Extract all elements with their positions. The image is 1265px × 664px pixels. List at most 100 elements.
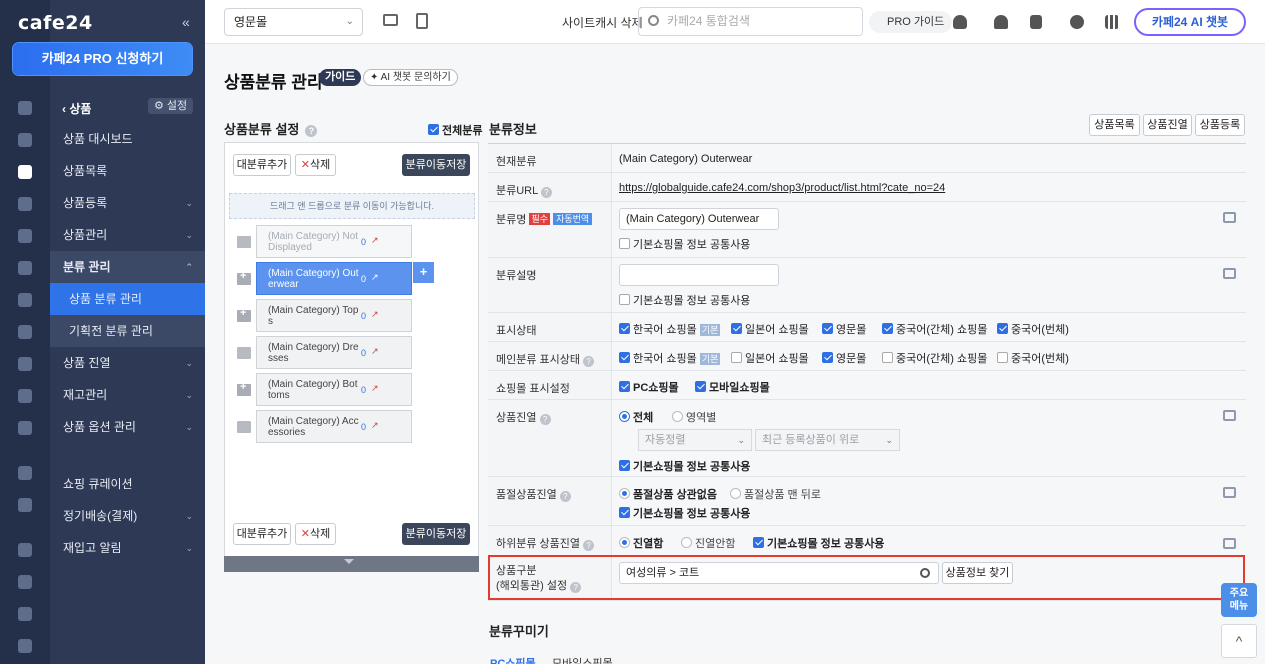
translate-icon[interactable] [1223,268,1236,279]
help-icon[interactable]: ? [583,540,595,551]
nav-item-product-list[interactable]: 상품목록 [50,155,205,187]
analytics-icon[interactable] [18,389,32,403]
product-list-button[interactable]: 상품목록 [1089,114,1140,136]
display-all-radio[interactable]: 전체 [619,409,653,425]
nav-item-product-display[interactable]: 상품 진열 ⌄ [50,347,205,379]
auto-translate-badge[interactable]: 자동번역 [553,213,593,225]
stats-icon[interactable] [18,357,32,371]
tree-item-accessories[interactable]: (Main Category) Acc essories 0 ↗ [256,410,412,443]
guide-button[interactable]: 가이드 [319,69,362,86]
tree-resize-handle[interactable] [224,556,479,572]
folder-plus-icon[interactable] [237,381,251,396]
tree-item-dresses[interactable]: (Main Category) Dre sses 0 ↗ [256,336,412,369]
tree-item-not-displayed[interactable]: (Main Category) Not Displayed 0 ↗ [256,225,412,258]
main-korean-checkbox[interactable]: 한국어 쇼핑몰 기본 [619,350,721,366]
location-icon[interactable] [18,466,32,480]
video-icon[interactable] [18,575,32,589]
nav-back-link[interactable]: ‹ 상품 [62,100,91,117]
tablet-icon[interactable] [416,13,428,29]
bell-icon[interactable] [994,15,1008,29]
apps-icon[interactable] [18,607,32,621]
tree-item-outerwear[interactable]: (Main Category) Out erwear 0 ↗ [256,262,412,295]
nav-item-exhibition-category[interactable]: 기획전 분류 관리 [50,315,205,347]
main-chinese-simplified-checkbox[interactable]: 중국어(간체) 쇼핑몰 [882,350,987,366]
folder-plus-icon[interactable] [237,270,251,285]
nav-item-option-manage[interactable]: 상품 옵션 관리 ⌄ [50,411,205,443]
status-korean-checkbox[interactable]: 한국어 쇼핑몰 기본 [619,321,721,337]
main-chinese-traditional-checkbox[interactable]: 중국어(번체) [997,350,1069,366]
mall-select[interactable]: 영문몰 ⌄ [224,8,363,36]
nav-item-curation[interactable]: 쇼핑 큐레이션 [50,468,205,500]
sort-order-select[interactable]: 최근 등록상품이 위로 ⌄ [755,429,900,451]
pro-apply-button[interactable]: 카페24 PRO 신청하기 [13,43,192,75]
board-icon[interactable] [18,261,32,275]
external-link-icon[interactable]: ↗ [371,346,379,357]
add-top-category-button[interactable]: 대분류추가 [233,154,291,176]
save-move-button-bottom[interactable]: 분류이동저장 [402,523,470,545]
nav-item-product-category[interactable]: 상품 분류 관리 [50,283,205,315]
category-name-input[interactable]: (Main Category) Outerwear [619,208,779,230]
user-icon[interactable] [18,197,32,211]
pc-mall-checkbox[interactable]: PC쇼핑몰 [619,379,679,395]
share-basic-checkbox[interactable]: 기본쇼핑몰 정보 공통사용 [619,505,750,521]
tab-mobile-mall[interactable]: 모바일쇼핑몰 [552,655,613,664]
soldout-back-radio[interactable]: 품절상품 맨 뒤로 [730,486,821,502]
external-link-icon[interactable]: ↗ [371,420,379,431]
collapse-nav-icon[interactable]: « [182,14,190,30]
megaphone-icon[interactable] [18,639,32,653]
clear-cache-button[interactable]: 사이트캐시 삭제 [562,14,643,31]
display-yes-radio[interactable]: 진열함 [619,535,663,551]
share-basic-checkbox[interactable]: 기본쇼핑몰 정보 공통사용 [619,458,750,474]
nav-item-product-manage[interactable]: 상품관리 ⌄ [50,219,205,251]
tab-pc-mall[interactable]: PC쇼핑몰 [490,655,536,664]
nav-item-product-register[interactable]: 상품등록 ⌄ [50,187,205,219]
scroll-top-button[interactable]: ^ [1221,624,1257,658]
translate-icon[interactable] [1223,487,1236,498]
nav-item-dashboard[interactable]: 상품 대시보드 [50,123,205,155]
nav-setting-button[interactable]: ⚙ 설정 [148,98,194,114]
tree-item-tops[interactable]: (Main Category) Top s 0 ↗ [256,299,412,332]
translate-icon[interactable] [1223,212,1236,223]
product-display-button[interactable]: 상품진열 [1143,114,1192,136]
help-icon[interactable]: ? [539,414,551,425]
auto-sort-select[interactable]: 자동정렬 ⌄ [638,429,752,451]
pro-guide-button[interactable]: PRO 가이드 [869,11,953,33]
share-basic-checkbox[interactable]: 기본쇼핑몰 정보 공통사용 [619,236,750,252]
share-basic-checkbox[interactable]: 기본쇼핑몰 정보 공통사용 [619,292,750,308]
quick-menu-button[interactable]: 주요 메뉴 [1221,583,1257,617]
category-url-link[interactable]: https://globalguide.cafe24.com/shop3/pro… [619,182,945,194]
mobile-mall-checkbox[interactable]: 모바일쇼핑몰 [695,379,770,395]
nav-item-inventory[interactable]: 재고관리 ⌄ [50,379,205,411]
nav-item-restock[interactable]: 재입고 알림 ⌄ [50,532,205,564]
account-icon[interactable] [1070,15,1084,29]
cart-icon[interactable] [18,133,32,147]
home-icon[interactable] [18,101,32,115]
globe-icon[interactable] [18,498,32,512]
status-english-checkbox[interactable]: 영문몰 [822,321,866,337]
add-top-category-button-bottom[interactable]: 대분류추가 [233,523,291,545]
delivery-icon[interactable] [18,543,32,557]
bookmark-icon[interactable] [1030,15,1042,29]
help-icon[interactable]: ? [305,124,318,137]
nav-item-category-manage[interactable]: 분류 관리 ⌃ [50,251,205,283]
all-category-checkbox[interactable]: 전체분류 [428,122,482,138]
translate-icon[interactable] [1223,538,1236,549]
add-subcategory-button[interactable]: + [413,262,434,283]
category-description-input[interactable] [619,264,779,286]
desktop-icon[interactable] [383,14,398,26]
ai-chatbot-button[interactable]: 카페24 AI 챗봇 [1134,8,1246,36]
status-chinese-traditional-checkbox[interactable]: 중국어(번체) [997,321,1069,337]
save-move-button[interactable]: 분류이동저장 [402,154,470,176]
share-basic-checkbox[interactable]: 기본쇼핑몰 정보 공통사용 [753,535,884,551]
delete-category-button[interactable]: ✕삭제 [295,154,336,176]
headset-icon[interactable] [953,15,967,29]
external-link-icon[interactable]: ↗ [371,383,379,394]
help-icon[interactable]: ? [559,491,571,502]
status-chinese-simplified-checkbox[interactable]: 중국어(간체) 쇼핑몰 [882,321,987,337]
display-by-area-radio[interactable]: 영역별 [672,409,716,425]
product-register-button[interactable]: 상품등록 [1195,114,1245,136]
apps-grid-icon[interactable] [1105,15,1119,29]
external-link-icon[interactable]: ↗ [371,235,379,246]
cafe24-logo[interactable]: cafe24 [18,12,93,34]
global-search-input[interactable]: 카페24 통합검색 [638,7,863,36]
